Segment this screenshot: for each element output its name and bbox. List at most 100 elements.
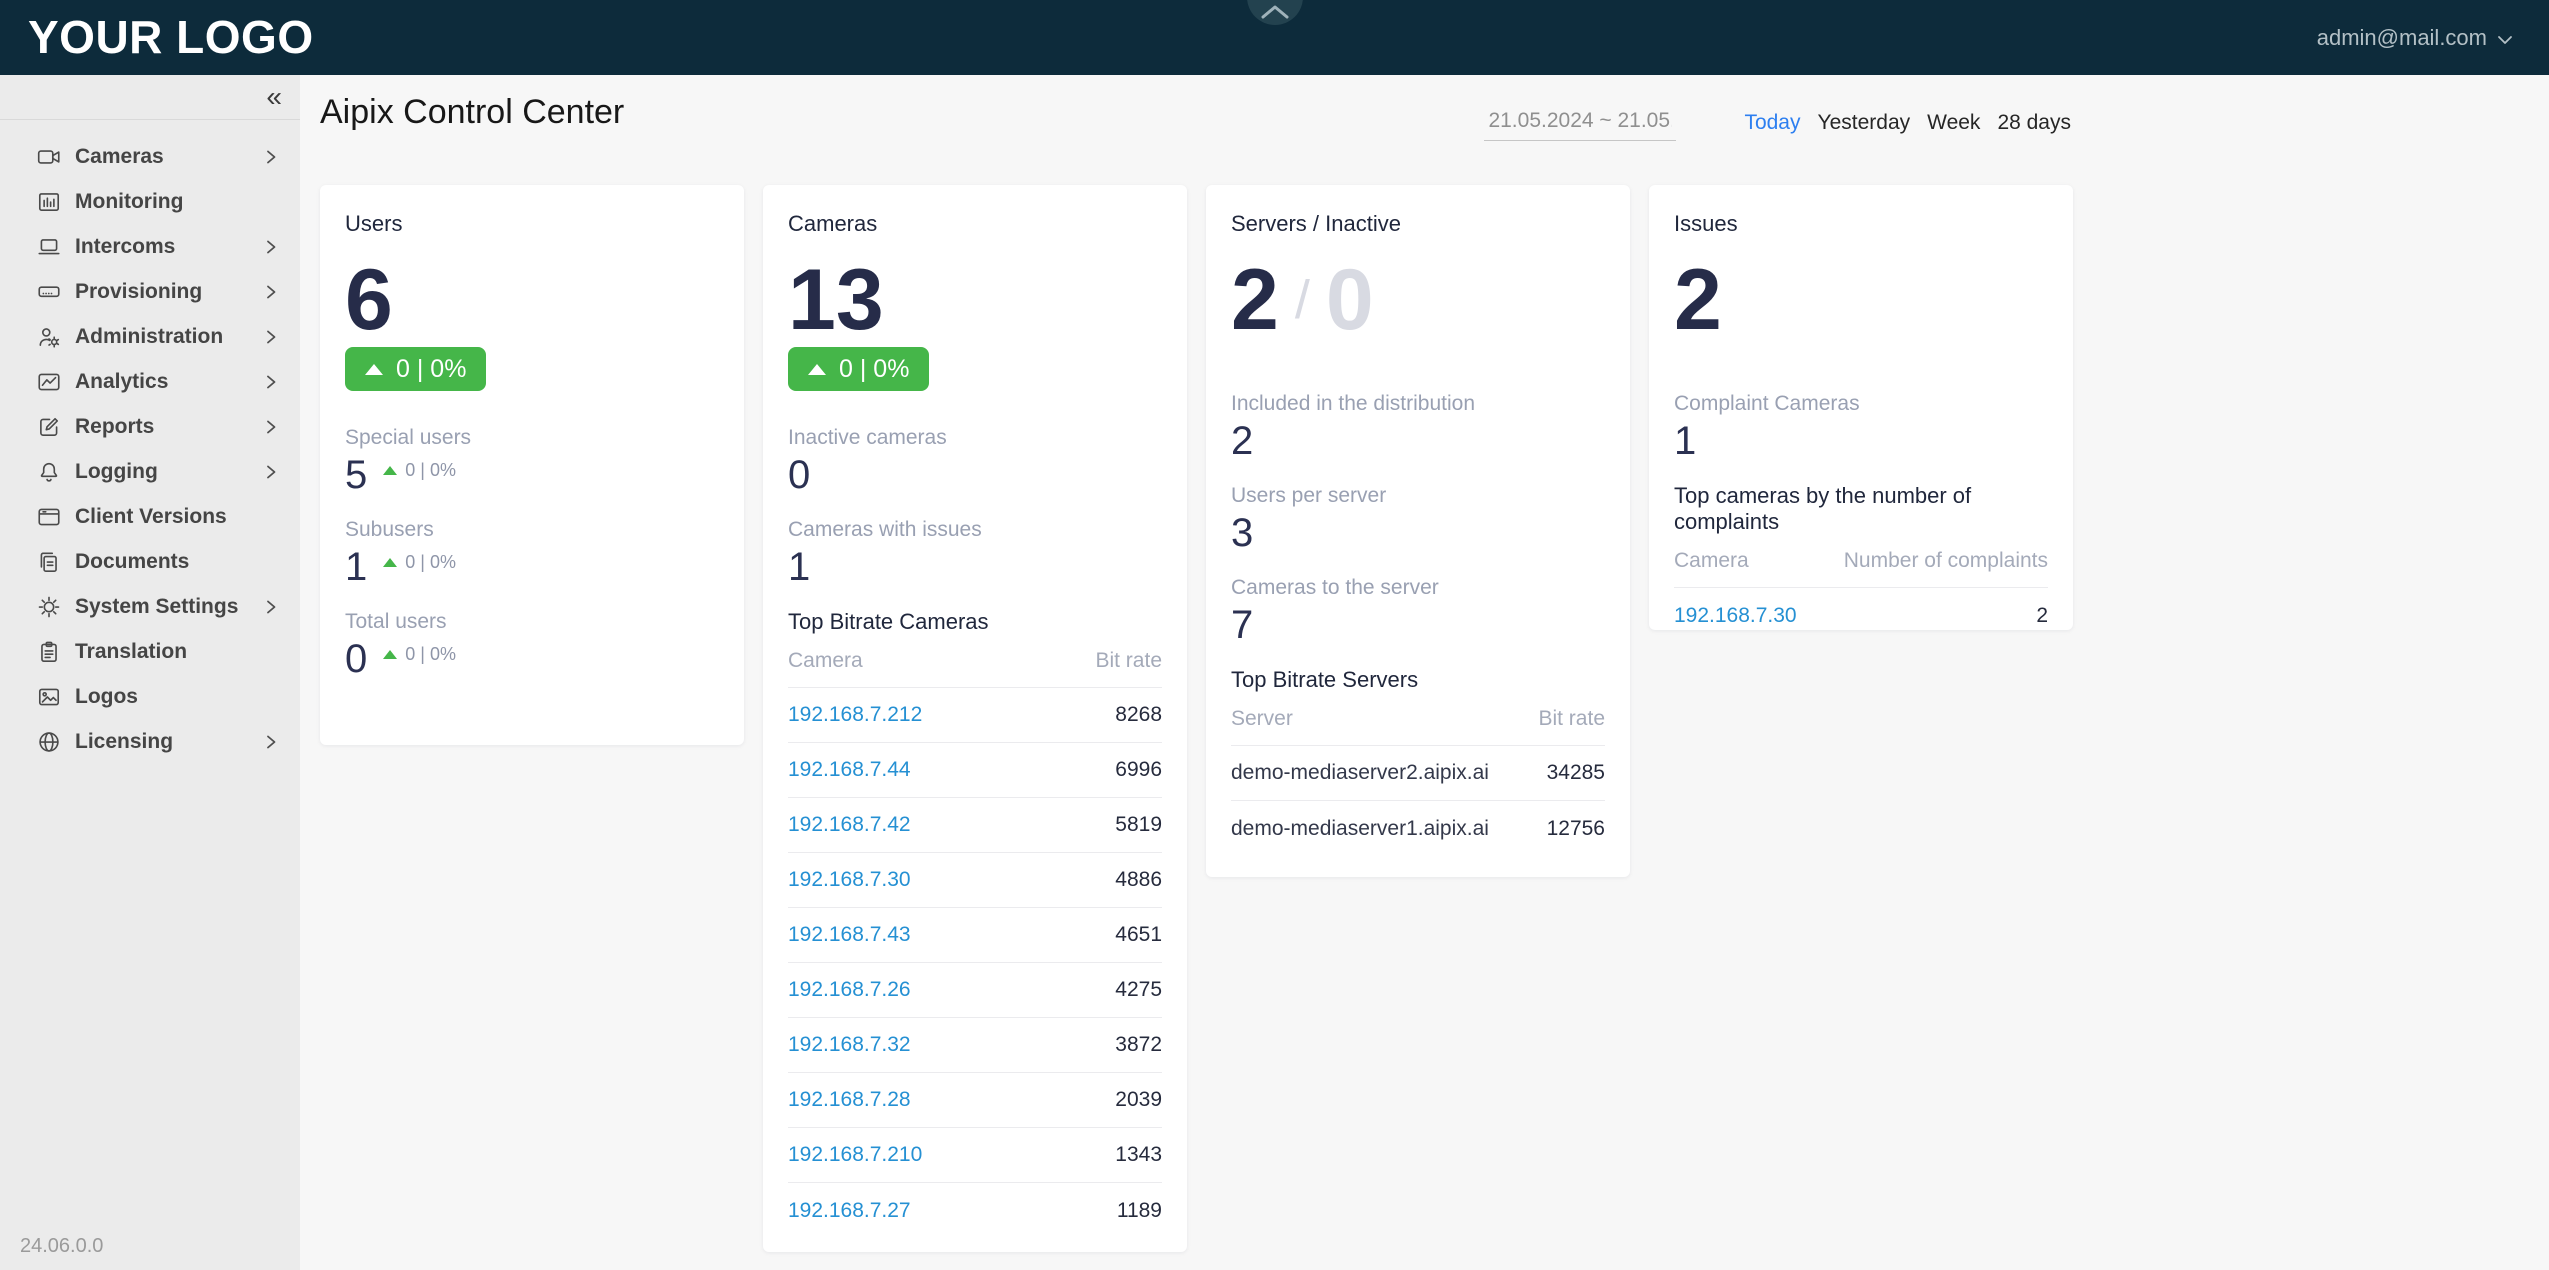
table-title: Top Bitrate Cameras bbox=[788, 609, 1162, 635]
stat-label: Cameras with issues bbox=[788, 517, 1162, 543]
bitrate-value: 2039 bbox=[1115, 1088, 1162, 1112]
chevron-right-icon bbox=[262, 148, 280, 166]
sidebar-item-translation[interactable]: Translation bbox=[0, 629, 300, 674]
camera-link[interactable]: 192.168.7.44 bbox=[788, 758, 911, 782]
chevron-right-icon bbox=[262, 418, 280, 436]
sidebar-item-label: Logos bbox=[75, 685, 280, 709]
sidebar-item-administration[interactable]: Administration bbox=[0, 314, 300, 359]
scroll-top-button[interactable] bbox=[1247, 0, 1303, 25]
table-row: 192.168.7.32 3872 bbox=[788, 1018, 1162, 1073]
filter-yesterday[interactable]: Yesterday bbox=[1818, 111, 1911, 135]
cameras-total-value: 13 bbox=[788, 261, 884, 339]
top-bar: YOUR LOGO admin@mail.com bbox=[0, 0, 2549, 75]
camera-link[interactable]: 192.168.7.210 bbox=[788, 1143, 922, 1167]
sidebar-item-monitoring[interactable]: Monitoring bbox=[0, 179, 300, 224]
camera-link[interactable]: 192.168.7.30 bbox=[1674, 604, 1797, 628]
table-row: 192.168.7.28 2039 bbox=[788, 1073, 1162, 1128]
card-title: Issues bbox=[1674, 211, 2048, 237]
filter-today[interactable]: Today bbox=[1744, 111, 1800, 135]
stat-label: Total users bbox=[345, 609, 719, 635]
camera-link[interactable]: 192.168.7.30 bbox=[788, 868, 911, 892]
cameras-card: Cameras 13 0 | 0% Inactive cameras0Camer… bbox=[763, 185, 1187, 1252]
sidebar-item-licensing[interactable]: Licensing bbox=[0, 719, 300, 764]
servers-inactive-value: 0 bbox=[1326, 261, 1374, 339]
stat-total-users: Total users0 0 | 0% bbox=[345, 609, 719, 681]
stat-delta-text: 0 | 0% bbox=[405, 552, 456, 573]
sidebar-collapse-button[interactable]: « bbox=[0, 75, 300, 120]
stat-subusers: Subusers10 | 0% bbox=[345, 517, 719, 589]
sidebar-menu: CamerasMonitoring Intercoms ProvisioningAd… bbox=[0, 120, 300, 764]
bitrate-value: 2 bbox=[2036, 604, 2048, 628]
account-menu[interactable]: admin@mail.com bbox=[2317, 0, 2513, 75]
stat-included-in-the-distribution: Included in the distribution2 bbox=[1231, 391, 1605, 463]
top-bitrate-cameras-table: CameraBit rate192.168.7.2128268192.168.7… bbox=[788, 649, 1162, 1238]
stat-cameras-with-issues: Cameras with issues1 bbox=[788, 517, 1162, 589]
bitrate-value: 5819 bbox=[1115, 813, 1162, 837]
date-filters: Today Yesterday Week 28 days bbox=[1744, 111, 2071, 135]
stat-value: 1 bbox=[1674, 419, 1696, 463]
stat-label: Included in the distribution bbox=[1231, 391, 1605, 417]
sidebar-item-system-settings[interactable]: System Settings bbox=[0, 584, 300, 629]
stat-value: 1 bbox=[788, 545, 810, 589]
stat-delta: 0 | 0% bbox=[383, 644, 456, 665]
camera-link[interactable]: 192.168.7.28 bbox=[788, 1088, 911, 1112]
sidebar-item-intercoms[interactable]: Intercoms bbox=[0, 224, 300, 269]
sidebar-item-label: Analytics bbox=[75, 370, 262, 394]
sidebar-item-provisioning[interactable]: Provisioning bbox=[0, 269, 300, 314]
sidebar-item-label: Documents bbox=[75, 550, 280, 574]
camera-link[interactable]: 192.168.7.32 bbox=[788, 1033, 911, 1057]
stat-delta-text: 0 | 0% bbox=[405, 644, 456, 665]
users-stats: Special users50 | 0%Subusers10 | 0%Total… bbox=[345, 425, 719, 681]
bitrate-value: 4651 bbox=[1115, 923, 1162, 947]
sidebar-item-logos[interactable]: Logos bbox=[0, 674, 300, 719]
bitrate-value: 3872 bbox=[1115, 1033, 1162, 1057]
camera-link[interactable]: 192.168.7.212 bbox=[788, 703, 922, 727]
stat-complaint-cameras: Complaint Cameras1 bbox=[1674, 391, 2048, 463]
gear-icon bbox=[36, 594, 62, 620]
camera-link[interactable]: 192.168.7.42 bbox=[788, 813, 911, 837]
table-title: Top Bitrate Servers bbox=[1231, 667, 1605, 693]
card-title: Users bbox=[345, 211, 719, 237]
chevron-right-icon bbox=[262, 328, 280, 346]
sidebar-item-label: Logging bbox=[75, 460, 262, 484]
app-logo: YOUR LOGO bbox=[28, 0, 314, 75]
chevron-down-icon bbox=[2497, 25, 2513, 51]
stat-value: 3 bbox=[1231, 511, 1253, 555]
dashboard-cards: Users 6 0 | 0% Special users50 | 0%Subus… bbox=[320, 185, 2073, 1252]
page-title: Aipix Control Center bbox=[320, 93, 624, 132]
bitrate-value: 6996 bbox=[1115, 758, 1162, 782]
column-header: Bit rate bbox=[1095, 649, 1162, 673]
users-trend-badge: 0 | 0% bbox=[345, 347, 486, 391]
user-gear-icon bbox=[36, 324, 62, 350]
account-email: admin@mail.com bbox=[2317, 25, 2487, 51]
chevron-right-icon bbox=[262, 238, 280, 256]
sidebar-item-cameras[interactable]: Cameras bbox=[0, 134, 300, 179]
sidebar-item-label: Reports bbox=[75, 415, 262, 439]
monitoring-icon bbox=[36, 189, 62, 215]
filter-28-days[interactable]: 28 days bbox=[1997, 111, 2071, 135]
table-row: 192.168.7.43 4651 bbox=[788, 908, 1162, 963]
chevron-right-icon bbox=[262, 733, 280, 751]
sidebar-item-client-versions[interactable]: Client Versions bbox=[0, 494, 300, 539]
stat-value: 0 bbox=[788, 453, 810, 497]
sidebar-item-documents[interactable]: Documents bbox=[0, 539, 300, 584]
stat-value: 7 bbox=[1231, 603, 1253, 647]
sidebar-item-analytics[interactable]: Analytics bbox=[0, 359, 300, 404]
main-content: Aipix Control Center Today Yesterday Week 2… bbox=[300, 75, 2549, 1270]
date-range-input[interactable] bbox=[1484, 105, 1676, 141]
camera-link[interactable]: 192.168.7.27 bbox=[788, 1199, 911, 1223]
triangle-up-icon bbox=[365, 364, 383, 375]
camera-link[interactable]: 192.168.7.26 bbox=[788, 978, 911, 1002]
issues-total-value: 2 bbox=[1674, 261, 1722, 339]
sidebar-item-logging[interactable]: Logging bbox=[0, 449, 300, 494]
sidebar-item-label: Intercoms bbox=[75, 235, 262, 259]
camera-link[interactable]: 192.168.7.43 bbox=[788, 923, 911, 947]
table-row: 192.168.7.2128268 bbox=[788, 688, 1162, 743]
sidebar-item-reports[interactable]: Reports bbox=[0, 404, 300, 449]
filter-week[interactable]: Week bbox=[1927, 111, 1980, 135]
complaint-cameras-table: CameraNumber of complaints192.168.7.302 bbox=[1674, 549, 2048, 643]
badge-text: 0 | 0% bbox=[396, 355, 466, 384]
stat-value: 1 bbox=[345, 545, 367, 589]
stat-value: 0 bbox=[345, 637, 367, 681]
stat-label: Complaint Cameras bbox=[1674, 391, 2048, 417]
